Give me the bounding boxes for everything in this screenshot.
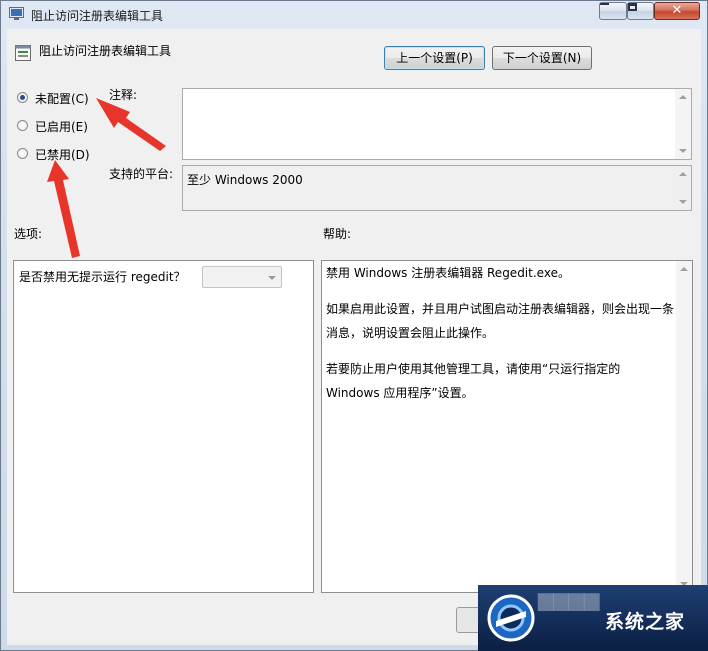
policy-editor-window: 阻止访问注册表编辑工具 ✕ 阻止访问注册表编辑工具 上一个设置(P) 下一个设置… [0, 0, 708, 651]
policy-setting-icon [15, 45, 31, 61]
dialog-client-area: 阻止访问注册表编辑工具 上一个设置(P) 下一个设置(N) 未配置(C) 已启用… [7, 29, 701, 645]
scroll-up-icon[interactable] [680, 267, 688, 271]
option-item-label: 是否禁用无提示运行 regedit？ [19, 270, 186, 284]
options-panel: 是否禁用无提示运行 regedit？ [13, 260, 314, 593]
minimize-icon [600, 3, 609, 5]
watermark-faded-text: ▆▆▆▆ [538, 587, 600, 611]
help-paragraph: 若要防止用户使用其他管理工具，请使用“只运行指定的 Windows 应用程序”设… [326, 362, 621, 400]
help-paragraph: 禁用 Windows 注册表编辑器 Regedit.exe。 [326, 266, 570, 280]
scroll-up-icon[interactable] [679, 95, 687, 99]
previous-setting-button[interactable]: 上一个设置(P) [384, 46, 485, 70]
supported-platform-box: 至少 Windows 2000 [182, 165, 692, 211]
help-label: 帮助: [323, 227, 352, 241]
close-button[interactable]: ✕ [654, 2, 700, 20]
option-dropdown[interactable] [202, 266, 282, 288]
watermark-text: 系统之家 [605, 611, 686, 633]
scroll-down-icon[interactable] [679, 200, 687, 204]
window-title: 阻止访问注册表编辑工具 [31, 9, 164, 23]
title-bar[interactable]: 阻止访问注册表编辑工具 ✕ [1, 1, 707, 29]
comment-textarea[interactable] [182, 88, 692, 160]
watermark-logo-icon [487, 594, 535, 642]
maximize-icon [628, 3, 637, 11]
policy-title: 阻止访问注册表编辑工具 [39, 44, 172, 58]
chevron-down-icon [268, 276, 276, 280]
app-icon [9, 7, 24, 20]
help-text: 禁用 Windows 注册表编辑器 Regedit.exe。 如果启用此设置，并… [326, 261, 676, 417]
radio-button-checked[interactable] [17, 92, 28, 103]
radio-label: 已启用(E) [35, 120, 88, 134]
radio-label: 已禁用(D) [35, 148, 90, 162]
close-icon: ✕ [671, 3, 683, 18]
comment-scrollbar[interactable] [675, 89, 691, 159]
options-label: 选项: [14, 227, 43, 241]
supported-platform-label: 支持的平台: [109, 167, 174, 181]
next-setting-button[interactable]: 下一个设置(N) [492, 46, 592, 70]
help-scrollbar[interactable] [676, 261, 692, 592]
scroll-down-icon[interactable] [679, 149, 687, 153]
radio-label: 未配置(C) [35, 92, 89, 106]
radio-button[interactable] [17, 120, 28, 131]
watermark-banner: ▆▆▆▆ 系统之家 [478, 585, 708, 651]
minimize-button[interactable] [599, 2, 627, 20]
help-paragraph: 如果启用此设置，并且用户试图启动注册表编辑器，则会出现一条消息，说明设置会阻止此… [326, 302, 675, 340]
radio-button[interactable] [17, 148, 28, 159]
platform-scrollbar[interactable] [675, 166, 691, 210]
maximize-button[interactable] [627, 2, 654, 20]
comment-label: 注释: [109, 88, 138, 102]
supported-platform-value: 至少 Windows 2000 [187, 173, 303, 187]
help-panel: 禁用 Windows 注册表编辑器 Regedit.exe。 如果启用此设置，并… [321, 260, 693, 593]
scroll-up-icon[interactable] [679, 172, 687, 176]
